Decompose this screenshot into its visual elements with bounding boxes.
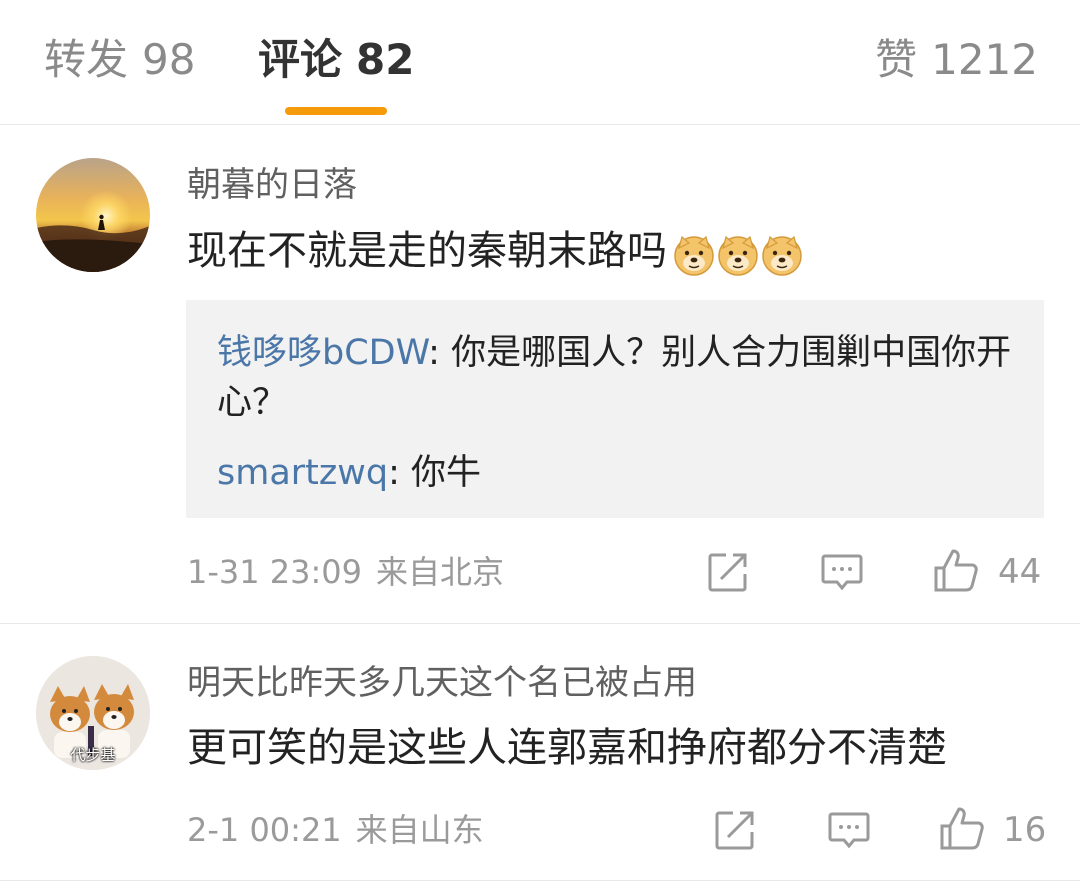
tab-comment-count: 82 — [356, 35, 415, 84]
comment-time: 1-31 23:09 — [187, 553, 363, 591]
comment-source: 来自北京 — [376, 553, 505, 591]
avatar[interactable]: 代步基 — [36, 656, 150, 770]
reply-item: smartzwq: 你牛 — [217, 448, 1017, 498]
doge-emoji-icon — [762, 235, 802, 276]
tab-repost-count: 98 — [142, 35, 196, 84]
like-button[interactable] — [932, 546, 980, 594]
comment-tabs: 转发 98 评论 82 赞 1212 — [0, 0, 1080, 125]
comment-item: 朝暮的日落 现在不就是走的秦朝末路吗 钱哆哆bCDW: 你是哪国人？别人合力围剿… — [0, 125, 1080, 624]
thumbs-up-icon — [934, 549, 978, 592]
active-tab-indicator — [285, 107, 387, 115]
tab-like-count: 1212 — [931, 35, 1038, 84]
comment-meta: 1-31 23:09 来自北京 — [187, 550, 504, 594]
like-count: 44 — [998, 552, 1042, 592]
share-button[interactable] — [713, 808, 757, 852]
comment-item: 代步基 明天比昨天多几天这个名已被占用 更可笑的是这些人连郭嘉和挣府都分不清楚 … — [0, 624, 1080, 881]
comment-text-content: 现在不就是走的秦朝末路吗 — [187, 228, 667, 274]
avatar[interactable] — [36, 158, 150, 272]
tab-repost-label: 转发 — [44, 35, 129, 84]
tab-comment-label: 评论 — [258, 35, 343, 84]
tab-comment[interactable]: 评论 82 — [258, 30, 414, 90]
reply-username[interactable]: smartzwq — [217, 453, 388, 493]
like-button[interactable] — [938, 804, 986, 852]
comment-meta: 2-1 00:21 来自山东 — [187, 808, 484, 852]
tab-like-label: 赞 — [875, 35, 918, 84]
share-icon — [715, 811, 754, 850]
thumbs-up-icon — [940, 807, 984, 850]
comment-source: 来自山东 — [355, 811, 484, 849]
doge-emoji-icon — [674, 235, 714, 276]
reply-button[interactable] — [827, 808, 871, 852]
like-count: 16 — [1003, 810, 1047, 850]
comment-username[interactable]: 明天比昨天多几天这个名已被占用 — [187, 659, 697, 707]
reply-text: 你牛 — [411, 453, 482, 493]
reply-button[interactable] — [820, 550, 864, 594]
share-icon — [708, 553, 747, 592]
share-button[interactable] — [706, 550, 750, 594]
avatar-caption: 代步基 — [70, 746, 116, 764]
reply-item: 钱哆哆bCDW: 你是哪国人？别人合力围剿中国你开心？ — [217, 328, 1017, 428]
tab-repost[interactable]: 转发 98 — [44, 30, 195, 90]
comment-time: 2-1 00:21 — [187, 811, 342, 849]
comment-icon — [821, 554, 863, 591]
comment-username[interactable]: 朝暮的日落 — [187, 161, 357, 209]
sunset-avatar-image — [36, 158, 150, 272]
reply-separator: : — [388, 453, 412, 493]
reply-preview-box[interactable]: 钱哆哆bCDW: 你是哪国人？别人合力围剿中国你开心？ smartzwq: 你牛 — [186, 300, 1044, 518]
emoji-row — [671, 225, 803, 281]
reply-separator: : — [428, 333, 452, 373]
tab-like[interactable]: 赞 1212 — [875, 30, 1038, 90]
comment-text: 现在不就是走的秦朝末路吗 — [187, 223, 803, 281]
comment-icon — [828, 812, 870, 849]
reply-username[interactable]: 钱哆哆bCDW — [217, 333, 428, 373]
doge-emoji-icon — [718, 235, 758, 276]
comment-text: 更可笑的是这些人连郭嘉和挣府都分不清楚 — [187, 725, 947, 771]
